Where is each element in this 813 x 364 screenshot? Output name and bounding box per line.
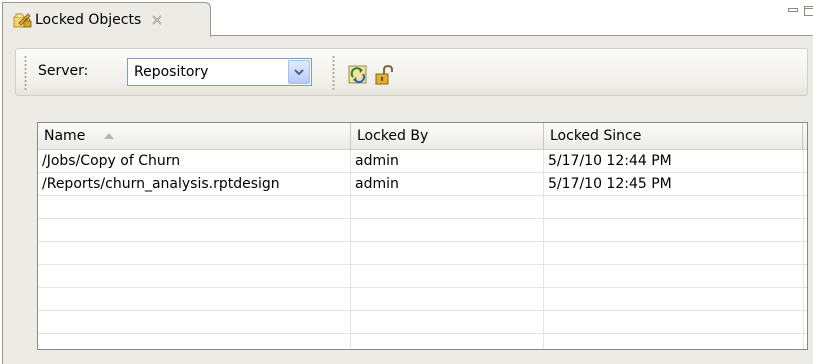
cell-locked-since: 5/17/10 12:44 PM xyxy=(548,153,672,169)
view-window-controls xyxy=(788,6,813,16)
maximize-icon[interactable] xyxy=(804,6,813,16)
table-row-empty xyxy=(38,311,807,334)
view-tab-bar: Locked Objects xyxy=(3,2,813,37)
cell-name: /Reports/churn_analysis.rptdesign xyxy=(42,176,280,192)
table-row-empty xyxy=(38,196,807,219)
column-header-label: Locked Since xyxy=(550,128,642,144)
tab-label: Locked Objects xyxy=(35,12,142,28)
table-row-empty xyxy=(38,242,807,265)
cell-locked-since: 5/17/10 12:45 PM xyxy=(548,176,672,192)
server-select-dropdown-button[interactable] xyxy=(288,60,310,84)
table-row-empty xyxy=(38,265,807,288)
locked-objects-table: Name Locked By Locked Since /Jobs/Copy o… xyxy=(37,122,808,350)
column-header-label: Name xyxy=(44,128,86,144)
close-icon[interactable] xyxy=(151,14,163,26)
column-header-locked-by[interactable]: Locked By xyxy=(351,123,544,150)
server-select-value: Repository xyxy=(134,64,209,80)
locked-objects-tab[interactable]: Locked Objects xyxy=(3,2,211,37)
toolbar-grip[interactable] xyxy=(332,55,335,91)
sort-ascending-icon xyxy=(103,133,114,139)
table-row-empty xyxy=(38,288,807,311)
cell-name: /Jobs/Copy of Churn xyxy=(42,153,181,169)
table-row[interactable]: /Jobs/Copy of Churn admin 5/17/10 12:44 … xyxy=(38,150,807,173)
column-header-label: Locked By xyxy=(357,128,429,144)
column-divider xyxy=(803,150,804,349)
refresh-icon[interactable] xyxy=(347,64,369,86)
column-header-locked-since[interactable]: Locked Since xyxy=(544,123,803,150)
table-header: Name Locked By Locked Since xyxy=(38,123,807,150)
column-divider xyxy=(350,150,351,349)
locked-objects-view: Locked Objects Server: Repository Name L… xyxy=(2,2,813,364)
locked-objects-icon xyxy=(13,13,32,28)
server-label: Server: xyxy=(38,63,89,79)
unlock-icon[interactable] xyxy=(373,64,395,86)
chevron-down-icon xyxy=(294,68,304,75)
table-row[interactable]: /Reports/churn_analysis.rptdesign admin … xyxy=(38,173,807,196)
server-select[interactable]: Repository xyxy=(127,58,312,86)
column-divider xyxy=(543,150,544,349)
table-row-empty xyxy=(38,219,807,242)
view-toolbar: Server: Repository xyxy=(15,48,808,96)
column-header-name[interactable]: Name xyxy=(38,123,351,150)
cell-locked-by: admin xyxy=(355,176,399,192)
toolbar-grip[interactable] xyxy=(24,55,27,91)
cell-locked-by: admin xyxy=(355,153,399,169)
minimize-icon[interactable] xyxy=(788,6,798,16)
